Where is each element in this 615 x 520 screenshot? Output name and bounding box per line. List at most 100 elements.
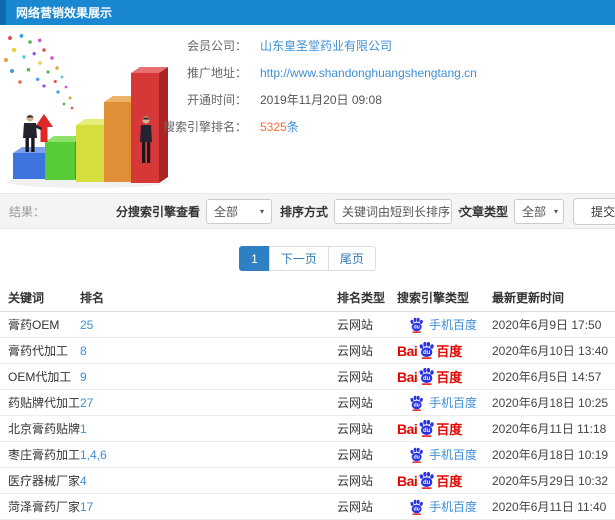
- keyword-cell: 枣庄膏药加工: [8, 448, 81, 462]
- rank-link[interactable]: 8: [80, 344, 337, 358]
- keyword-cell: 菏泽膏药厂家: [8, 500, 81, 514]
- rank-link[interactable]: 17: [80, 500, 337, 514]
- engine-cell: Bai 百度: [397, 341, 492, 361]
- info-rows: 会员公司： 山东皇圣堂药业有限公司 推广地址： http://www.shand…: [163, 32, 477, 140]
- engine-label: 手机百度: [429, 448, 478, 462]
- open-time-label: 开通时间：: [186, 93, 247, 107]
- keyword-cell: OEM代加工: [8, 370, 72, 384]
- updated-time-cell: 2020年6月9日 17:50: [492, 318, 602, 332]
- top-bar-accent: [0, 0, 6, 25]
- rank-type-cell: 云网站: [337, 474, 374, 488]
- info-row-open-time: 开通时间： 2019年11月20日 09:08: [185, 86, 477, 113]
- article-type-select[interactable]: 全部 ▾: [513, 198, 564, 224]
- pagination: 1 下一页 尾页: [0, 246, 615, 271]
- table-row: 北京膏药贴牌 1 云网站 Bai 百度 2020年6月11日 11:18: [0, 416, 615, 442]
- confetti-graphic: [4, 33, 74, 110]
- page-1-button[interactable]: 1: [239, 246, 270, 271]
- result-label: 结果：: [9, 204, 46, 219]
- table-row: 膏药OEM 25 云网站 手机百度 2020年6月9日 17:50: [0, 312, 615, 338]
- info-row-ranking-count: 搜索引擎排名： 5325条: [163, 113, 477, 140]
- column-header-keyword: 关键词: [8, 291, 45, 305]
- table-row: 枣庄膏药加工 1,4,6 云网站 手机百度 2020年6月18日 10:19: [0, 442, 615, 468]
- company-label: 会员公司：: [186, 39, 247, 53]
- rank-link[interactable]: 1,4,6: [80, 448, 337, 462]
- businessman-left-graphic: [23, 114, 43, 152]
- engine-label: 手机百度: [429, 396, 478, 410]
- updated-time-cell: 2020年6月11日 11:40: [492, 500, 607, 514]
- ranking-count-value[interactable]: 5325条: [260, 118, 299, 135]
- updated-time-cell: 2020年6月18日 10:19: [492, 448, 609, 462]
- chevron-down-icon: ▾: [554, 206, 559, 216]
- promo-url-link[interactable]: http://www.shandonghuangshengtang.cn: [260, 66, 477, 80]
- keyword-cell: 北京膏药贴牌: [8, 422, 81, 436]
- next-page-button[interactable]: 下一页: [268, 246, 329, 271]
- company-link[interactable]: 山东皇圣堂药业有限公司: [260, 37, 392, 54]
- rank-link[interactable]: 1: [80, 422, 337, 436]
- rank-link[interactable]: 4: [80, 474, 337, 488]
- filter-bar: 结果： 分搜索引擎查看 全部 ▾ 排序方式 关键词由短到长排序 ▾ 文章类型 全…: [0, 193, 615, 229]
- baidu-logo-icon: Bai 百度: [397, 420, 463, 437]
- ranking-count-unit: 条: [286, 120, 299, 134]
- sort-select[interactable]: 关键词由短到长排序 ▾: [333, 198, 462, 224]
- column-header-updated: 最新更新时间: [492, 291, 565, 305]
- mobile-baidu-icon: 手机百度: [409, 446, 477, 463]
- open-time-value: 2019年11月20日 09:08: [260, 93, 382, 107]
- keyword-cell: 膏药代加工: [8, 344, 69, 358]
- member-info-section: 会员公司： 山东皇圣堂药业有限公司 推广地址： http://www.shand…: [0, 25, 615, 190]
- baidu-logo-icon: Bai 百度: [397, 472, 463, 489]
- rank-type-cell: 云网站: [337, 396, 374, 410]
- rank-type-cell: 云网站: [337, 318, 374, 332]
- submit-button[interactable]: 提交: [572, 197, 615, 225]
- rank-type-cell: 云网站: [337, 422, 374, 436]
- baidu-logo-icon: Bai 百度: [397, 368, 463, 385]
- article-type-label: 文章类型: [459, 204, 508, 219]
- engine-cell: 手机百度: [397, 446, 492, 463]
- keyword-cell: 药贴牌代加工: [8, 396, 81, 410]
- engine-label: 手机百度: [429, 500, 478, 514]
- article-type-selected-value: 全部: [521, 204, 546, 219]
- table-header-row: 关键词 排名 排名类型 搜索引擎类型 最新更新时间: [0, 284, 615, 312]
- updated-time-cell: 2020年6月11日 11:18: [492, 422, 607, 436]
- keyword-cell: 医疗器械厂家: [8, 474, 81, 488]
- ranking-count-label: 搜索引擎排名：: [163, 120, 248, 134]
- engine-cell: 手机百度: [397, 394, 492, 411]
- promo-url-label: 推广地址：: [186, 66, 247, 80]
- engine-label: 手机百度: [429, 318, 478, 332]
- engine-cell: 手机百度: [397, 316, 492, 333]
- table-row: 药贴牌代加工 27 云网站 手机百度 2020年6月18日 10:25: [0, 390, 615, 416]
- rank-type-cell: 云网站: [337, 344, 374, 358]
- mobile-baidu-icon: 手机百度: [409, 498, 477, 515]
- engine-view-select[interactable]: 全部 ▾: [205, 198, 272, 224]
- page-title: 网络营销效果展示: [16, 6, 113, 20]
- rank-link[interactable]: 27: [80, 396, 337, 410]
- rank-type-cell: 云网站: [337, 448, 374, 462]
- last-page-button[interactable]: 尾页: [327, 246, 376, 271]
- rank-link[interactable]: 9: [80, 370, 337, 384]
- engine-cell: 手机百度: [397, 498, 492, 515]
- top-bar: 网络营销效果展示: [0, 0, 615, 25]
- chevron-down-icon: ▾: [259, 206, 264, 216]
- mobile-baidu-icon: 手机百度: [409, 316, 477, 333]
- rank-type-cell: 云网站: [337, 370, 374, 384]
- table-row: 菏泽膏药厂家 17 云网站 手机百度 2020年6月11日 11:40: [0, 494, 615, 520]
- column-header-engine-type: 搜索引擎类型: [397, 291, 470, 305]
- updated-time-cell: 2020年5月29日 10:32: [492, 474, 609, 488]
- rank-type-cell: 云网站: [337, 500, 374, 514]
- sort-selected-value: 关键词由短到长排序: [341, 204, 450, 219]
- sort-label: 排序方式: [279, 204, 328, 219]
- rank-link[interactable]: 25: [80, 318, 337, 332]
- engine-cell: Bai 百度: [397, 471, 492, 491]
- mobile-baidu-icon: 手机百度: [409, 394, 477, 411]
- column-header-rank-type: 排名类型: [337, 291, 386, 305]
- column-header-rank: 排名: [80, 291, 105, 305]
- info-row-promo-url: 推广地址： http://www.shandonghuangshengtang.…: [185, 59, 477, 86]
- updated-time-cell: 2020年6月10日 13:40: [492, 344, 609, 358]
- table-row: 膏药代加工 8 云网站 Bai 百度 2020年6月10日 13:40: [0, 338, 615, 364]
- engine-cell: Bai 百度: [397, 419, 492, 439]
- ranking-count-number: 5325: [260, 120, 287, 134]
- engine-cell: Bai 百度: [397, 367, 492, 387]
- engine-view-label: 分搜索引擎查看: [115, 204, 200, 219]
- marketing-growth-illustration: [0, 30, 185, 190]
- engine-view-selected-value: 全部: [213, 204, 238, 219]
- table-row: OEM代加工 9 云网站 Bai 百度 2020年6月5日 14:57: [0, 364, 615, 390]
